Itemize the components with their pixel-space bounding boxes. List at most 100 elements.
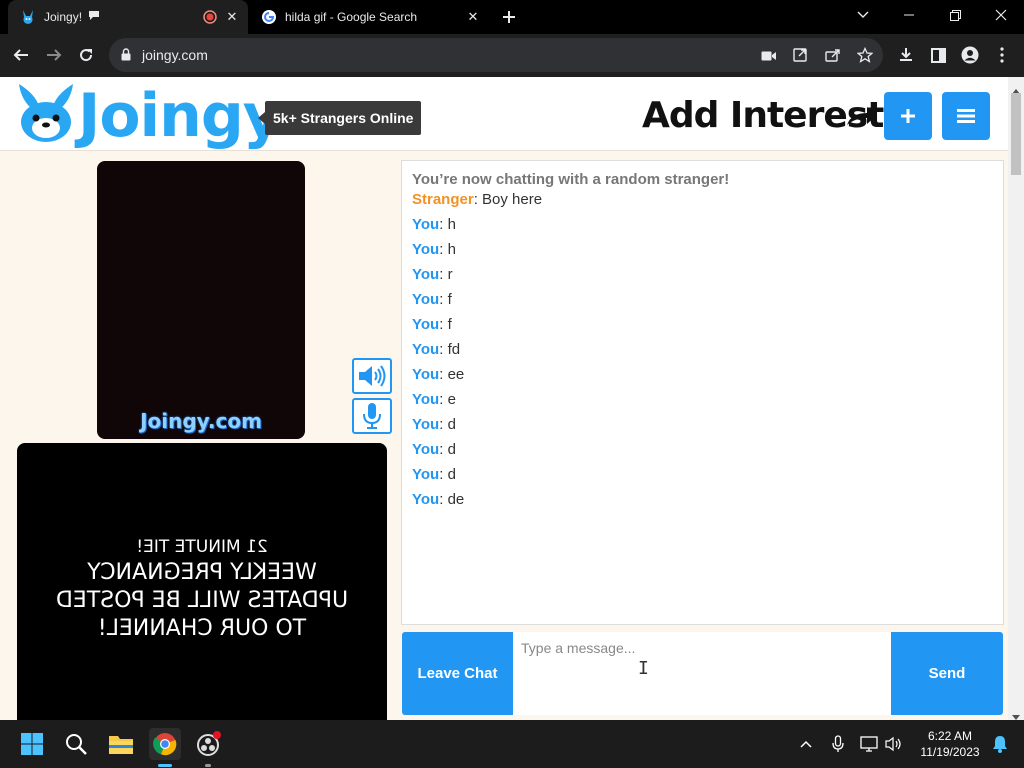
chat-message: You: fd: [412, 341, 461, 358]
sender-label: You: [412, 391, 440, 408]
site-menu-button[interactable]: [942, 92, 990, 140]
sender-label: Stranger: [412, 191, 474, 208]
notifications-button[interactable]: [984, 728, 1016, 760]
network-icon: [860, 736, 878, 752]
url-text: joingy.com: [142, 47, 208, 63]
tab-title: Joingy!: [44, 10, 83, 24]
address-bar[interactable]: joingy.com: [109, 38, 883, 72]
text-cursor-icon: I: [638, 658, 649, 679]
message-text: h: [447, 216, 456, 233]
chat-log: You’re now chatting with a random strang…: [401, 160, 1004, 625]
close-tab-icon[interactable]: ✕: [224, 9, 240, 25]
minimize-button[interactable]: [886, 0, 932, 30]
folder-icon: [109, 736, 133, 754]
star-icon[interactable]: [856, 46, 874, 68]
active-app-indicator: [158, 764, 172, 767]
microphone-button[interactable]: [352, 398, 392, 434]
hamburger-icon: [957, 109, 975, 123]
back-button[interactable]: [8, 42, 34, 68]
tab-google-search[interactable]: hilda gif - Google Search ✕: [249, 0, 489, 34]
show-hidden-icons-button[interactable]: [790, 728, 822, 760]
system-message: You’re now chatting with a random strang…: [412, 171, 730, 188]
volume-tray-button[interactable]: [878, 728, 910, 760]
sender-label: You: [412, 466, 440, 483]
microphone-icon: [832, 735, 844, 752]
restore-button[interactable]: [932, 0, 978, 30]
system-clock[interactable]: 6:22 AM 11/19/2023: [912, 728, 988, 760]
microphone-tray-button[interactable]: [822, 728, 854, 760]
tab-search-button[interactable]: [840, 0, 886, 30]
chevron-up-icon: [800, 740, 812, 748]
chat-message: You: r: [412, 266, 453, 283]
page-scrollbar[interactable]: [1008, 77, 1024, 720]
reload-icon: [80, 49, 93, 62]
windows-logo-icon: [21, 733, 43, 755]
self-video-overlay-text: 21 MINUTE TIE! WEEKLY PREGNANCY UPDATES …: [17, 535, 387, 643]
tab-joingy[interactable]: Joingy! ✕: [8, 0, 248, 34]
leave-chat-button[interactable]: Leave Chat: [402, 632, 513, 715]
message-text: f: [447, 291, 452, 308]
overlay-line: WEEKLY PREGNANCY: [87, 560, 317, 585]
message-text: fd: [447, 341, 461, 358]
sender-label: You: [412, 241, 440, 258]
arrow-left-icon: [13, 49, 28, 61]
message-text: r: [447, 266, 453, 283]
new-tab-button[interactable]: [497, 6, 521, 28]
bunny-logo-icon[interactable]: [15, 82, 77, 149]
message-text: d: [447, 416, 456, 433]
reload-button[interactable]: [73, 42, 99, 68]
curved-arrow-icon: [845, 105, 877, 132]
sender-label: You: [412, 441, 440, 458]
close-tab-icon[interactable]: ✕: [465, 9, 481, 25]
forward-button[interactable]: [41, 42, 67, 68]
file-explorer-button[interactable]: [105, 728, 137, 760]
obs-button[interactable]: [193, 728, 225, 760]
scrollbar-thumb[interactable]: [1011, 93, 1021, 175]
arrow-right-icon: [47, 49, 62, 61]
search-button[interactable]: [60, 728, 92, 760]
profile-icon: [961, 46, 979, 64]
chat-message: You: h: [412, 216, 456, 233]
minimize-icon: [904, 14, 914, 16]
sender-label: You: [412, 291, 440, 308]
camera-icon[interactable]: [761, 49, 777, 67]
message-text: ee: [447, 366, 465, 383]
speaker-icon: [885, 736, 901, 752]
tab-title: hilda gif - Google Search: [285, 10, 418, 24]
add-interest-button[interactable]: [884, 92, 932, 140]
chat-message: You: e: [412, 391, 456, 408]
sender-label: You: [412, 366, 440, 383]
recording-icon: [203, 10, 217, 27]
send-button[interactable]: Send: [891, 632, 1003, 715]
close-window-button[interactable]: [978, 0, 1024, 30]
speech-bubble-icon: [88, 10, 100, 24]
downloads-button[interactable]: [893, 42, 919, 68]
speaker-icon: [359, 365, 386, 387]
overlay-line: TO OUR CHANNEL!: [97, 616, 307, 641]
message-input[interactable]: [513, 632, 891, 715]
sender-label: You: [412, 266, 440, 283]
share-icon[interactable]: [825, 48, 841, 67]
chat-message: You: d: [412, 466, 456, 483]
chat-message: You: d: [412, 441, 456, 458]
chat-message: Stranger: Boy here: [412, 191, 543, 208]
volume-button[interactable]: [352, 358, 392, 394]
side-panel-button[interactable]: [925, 42, 951, 68]
sender-label: You: [412, 341, 440, 358]
overlay-line: 21 MINUTE TIE!: [136, 537, 268, 557]
message-text: d: [447, 466, 456, 483]
menu-button[interactable]: [989, 42, 1015, 68]
message-text: Boy here: [482, 191, 543, 208]
chrome-button[interactable]: [149, 728, 181, 760]
profile-button[interactable]: [957, 42, 983, 68]
stranger-video: Joingy.com: [97, 161, 305, 439]
start-button[interactable]: [16, 728, 48, 760]
open-in-window-icon[interactable]: [793, 48, 807, 67]
site-header: Joingy 5k+ Strangers Online Add Interest…: [0, 77, 1008, 151]
site-logo[interactable]: Joingy: [78, 81, 282, 151]
search-icon: [66, 734, 87, 755]
chat-message: You: h: [412, 241, 456, 258]
lock-icon[interactable]: [121, 48, 131, 66]
message-text: de: [447, 491, 465, 508]
bell-icon: [993, 736, 1007, 753]
